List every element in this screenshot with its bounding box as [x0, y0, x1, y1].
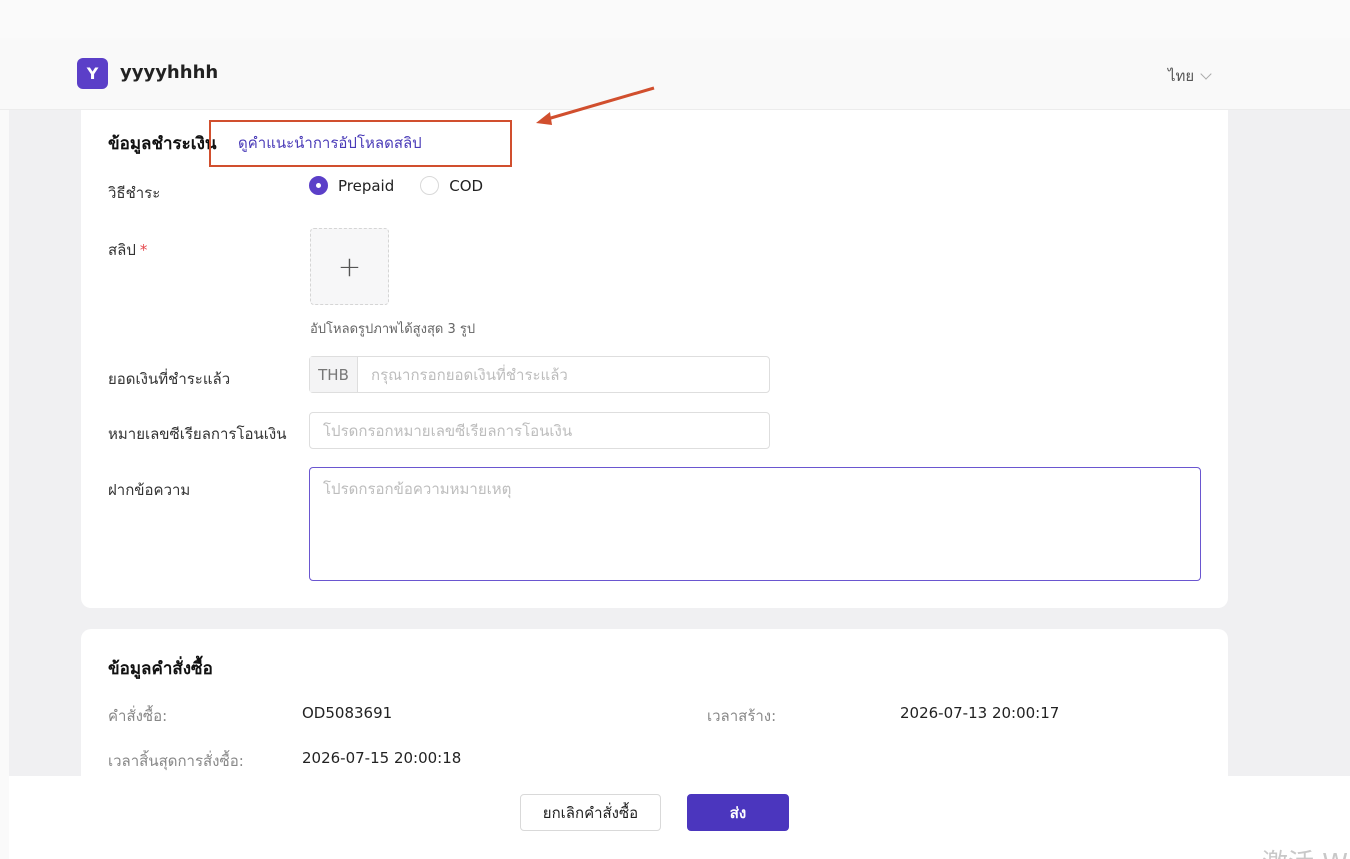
radio-prepaid[interactable]: Prepaid	[309, 176, 394, 195]
amount-label: ยอดเงินที่ชำระแล้ว	[108, 370, 231, 388]
radio-unchecked-icon	[420, 176, 440, 195]
amount-input[interactable]	[358, 357, 769, 392]
order-card	[81, 629, 1228, 776]
serial-label: หมายเลขซีเรียลการโอนเงิน	[108, 425, 287, 443]
upload-hint: อัปโหลดรูปภาพได้สูงสุด 3 รูป	[310, 322, 476, 337]
order-section-title: ข้อมูลคำสั่งซื้อ	[108, 659, 213, 679]
chevron-down-icon	[1200, 68, 1212, 80]
slip-label: สลิป *	[108, 238, 147, 262]
radio-label: Prepaid	[338, 176, 395, 195]
watermark: 激活 W	[1262, 843, 1348, 859]
shop-name: yyyyhhhh	[120, 62, 219, 83]
created-time-value: 2026-07-13 20:00:17	[900, 704, 1060, 722]
slip-upload-button[interactable]: +	[310, 228, 389, 305]
language-selector[interactable]: ไทย	[1168, 64, 1212, 88]
order-no-value: OD5083691	[302, 704, 393, 722]
language-label: ไทย	[1168, 67, 1195, 85]
payment-section-title: ข้อมูลชำระเงิน	[108, 134, 217, 154]
order-no-label: คำสั่งซื้อ:	[108, 707, 168, 725]
payment-method-radio-group: Prepaid COD	[309, 176, 509, 195]
required-mark: *	[139, 241, 148, 259]
serial-input-group	[309, 412, 770, 449]
amount-input-group: THB	[309, 356, 770, 393]
annotation-highlight-box	[209, 120, 512, 167]
radio-cod[interactable]: COD	[420, 176, 483, 195]
annotation-arrow-icon	[536, 86, 655, 125]
serial-input[interactable]	[310, 413, 769, 448]
currency-addon: THB	[310, 357, 358, 392]
created-time-label: เวลาสร้าง:	[707, 707, 777, 725]
message-label: ฝากข้อความ	[108, 481, 191, 499]
top-bar: Y yyyyhhhh ไทย	[0, 38, 1350, 110]
payment-method-label: วิธีชำระ	[108, 184, 161, 202]
footer-bar	[9, 776, 1350, 859]
cancel-order-button[interactable]: ยกเลิกคำสั่งซื้อ	[520, 794, 661, 831]
shop-logo: Y	[77, 58, 108, 89]
submit-button[interactable]: ส่ง	[687, 794, 789, 831]
expire-time-value: 2026-07-15 20:00:18	[302, 749, 462, 767]
message-textarea[interactable]	[309, 467, 1201, 581]
slip-label-text: สลิป	[108, 241, 136, 259]
plus-icon: +	[337, 250, 362, 283]
radio-label: COD	[449, 176, 484, 195]
radio-checked-icon	[309, 176, 328, 195]
expire-time-label: เวลาสิ้นสุดการสั่งซื้อ:	[108, 752, 244, 770]
